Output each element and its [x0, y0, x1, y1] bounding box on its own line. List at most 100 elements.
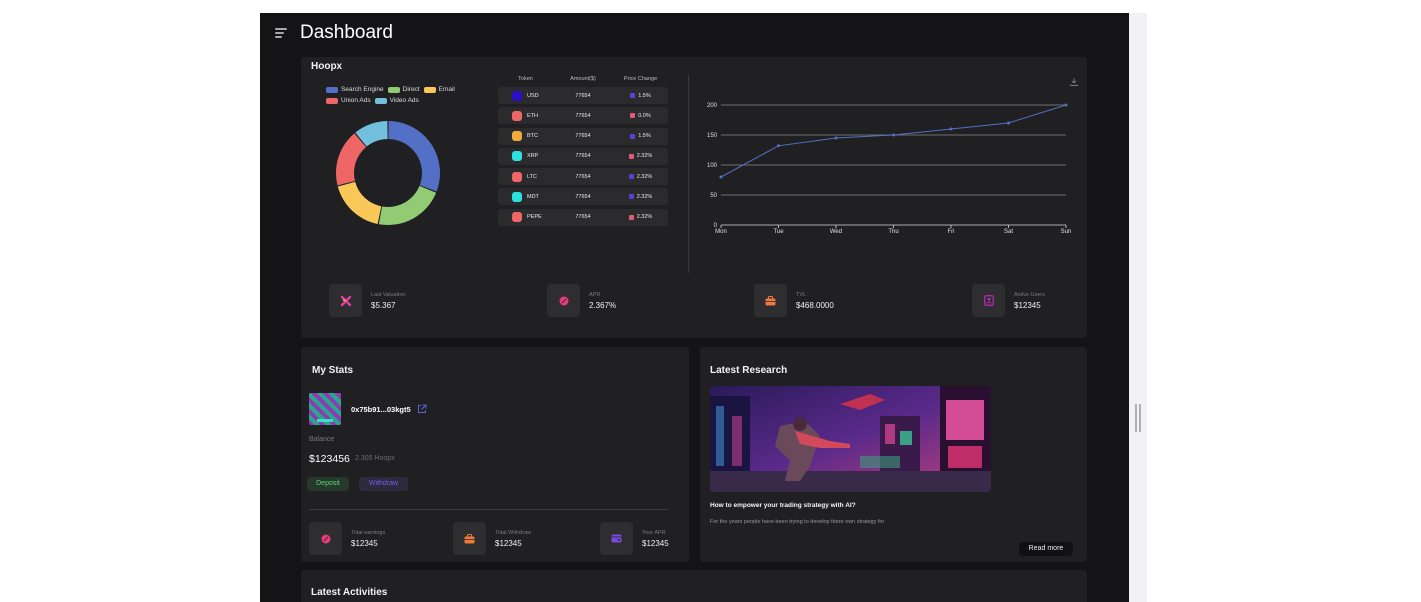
article-title[interactable]: How to empower your trading strategy wit… [710, 502, 856, 509]
stat-label: Your APR [642, 529, 666, 536]
legend-swatch [326, 97, 338, 104]
token-cell: USD [498, 90, 553, 101]
change-icon [630, 113, 636, 119]
table-row[interactable]: USD 77654 1.5% [498, 87, 668, 104]
withdraw-button[interactable]: Withdraw [359, 477, 408, 491]
data-point[interactable] [719, 175, 723, 179]
balance-value: $123456 [309, 453, 350, 465]
legend-item[interactable]: Video Ads [374, 97, 419, 104]
legend-item[interactable]: Union Ads [326, 97, 371, 104]
donut-slice-search-engine[interactable] [388, 121, 440, 192]
amount-cell: 77654 [575, 193, 591, 200]
token-cell: MDT [498, 191, 553, 202]
stat-apr: APR 2.367% [547, 284, 616, 317]
legend-item[interactable]: Email [423, 86, 455, 93]
token-icon [512, 171, 522, 182]
user-card-icon [972, 284, 1005, 317]
token-symbol: USD [527, 92, 539, 99]
change-icon [628, 194, 634, 200]
data-point[interactable] [1064, 103, 1068, 107]
menu-icon[interactable] [275, 28, 287, 40]
amount-cell: 77654 [575, 214, 591, 221]
legend-label: Video Ads [389, 97, 419, 104]
data-point[interactable] [892, 133, 895, 137]
x-tick-label: Fri [948, 229, 955, 235]
x-icon [329, 284, 362, 317]
token-cell: LTC [498, 171, 553, 182]
percent-icon [547, 284, 580, 317]
legend-item[interactable]: Direct [387, 86, 420, 93]
donut-legend: Search Engine Direct Email Union Ads Video A… [326, 86, 466, 108]
hoopx-title: Hoopx [311, 61, 343, 72]
page-title: Dashboard [300, 22, 393, 43]
table-row[interactable]: ETH 77654 0.0% [498, 107, 668, 125]
download-icon[interactable] [1069, 77, 1079, 87]
data-point[interactable] [1007, 121, 1010, 125]
data-point[interactable] [949, 127, 953, 131]
x-tick-label: Thu [888, 229, 898, 235]
price-change-cell: 1.5% [613, 133, 668, 139]
donut-chart [336, 121, 440, 225]
data-point[interactable] [777, 144, 780, 148]
change-icon [630, 93, 636, 98]
price-change-value: 0.0% [638, 112, 651, 119]
x-tick-label: Tue [773, 229, 784, 235]
dashboard-app: Dashboard Hoopx Search Engine Direct Email… [260, 13, 1129, 602]
token-cell: ETH [498, 110, 553, 121]
balance-sub: 2.305 Hoopx [355, 455, 395, 462]
price-change-cell: 2.32% [613, 214, 668, 220]
read-more-button[interactable]: Read more [1019, 542, 1073, 556]
change-icon [628, 214, 634, 220]
change-icon [630, 133, 636, 139]
latest-activities-title: Latest Activities [311, 587, 388, 598]
change-icon [628, 174, 634, 180]
line-series [720, 104, 1067, 178]
token-symbol: PEPE [527, 214, 542, 221]
table-row[interactable]: MDT 77654 2.32% [498, 188, 668, 206]
research-image[interactable] [710, 386, 991, 492]
table-row[interactable]: BTC 77654 1.5% [498, 127, 668, 145]
price-change-value: 1.5% [638, 133, 651, 140]
stat-value: 2.367% [589, 300, 617, 310]
amount-cell: 77654 [575, 173, 591, 180]
resize-handle[interactable] [1135, 404, 1141, 432]
token-icon [512, 90, 522, 101]
token-table-header: Token Amount($) Price Change [498, 71, 668, 87]
token-symbol: ETH [527, 112, 538, 119]
donut-slice-email[interactable] [337, 181, 382, 224]
stat-last-valuation: Last Valuation $5.367 [329, 284, 405, 317]
legend-label: Union Ads [341, 97, 371, 104]
donut-slice-union-ads[interactable] [336, 133, 367, 186]
token-icon [512, 110, 522, 121]
price-change-value: 2.32% [636, 153, 653, 160]
data-point[interactable] [834, 136, 838, 140]
token-cell: BTC [498, 131, 553, 142]
card-icon [600, 522, 633, 555]
stat-total-earnings: Total earnings $12345 [309, 522, 385, 555]
stat-label: APR [589, 291, 601, 298]
deposit-button[interactable]: Deposit [307, 477, 349, 491]
table-row[interactable]: PEPE 77654 2.32% [498, 208, 668, 226]
latest-research-title: Latest Research [710, 365, 788, 376]
latest-activities-card: Latest Activities [301, 570, 1087, 602]
x-tick-label: Sat [1004, 229, 1013, 235]
table-row[interactable]: XRP 77654 2.32% [498, 147, 668, 165]
token-icon [512, 191, 522, 202]
legend-item[interactable]: Search Engine [326, 86, 384, 93]
y-tick-label: 150 [707, 133, 718, 139]
external-link-icon[interactable] [417, 404, 427, 414]
legend-swatch [387, 86, 400, 93]
stat-label: TVL [796, 291, 807, 298]
table-row[interactable]: LTC 77654 2.32% [498, 168, 668, 186]
y-tick-label: 100 [707, 163, 718, 169]
token-icon [512, 212, 522, 223]
divider [309, 509, 668, 510]
stat-value: $12345 [351, 538, 378, 548]
stat-value: $12345 [495, 538, 522, 548]
stat-value: $5.367 [371, 300, 396, 310]
x-tick-label: Sun [1061, 229, 1072, 235]
price-change-cell: 0.0% [613, 113, 668, 119]
donut-slice-direct[interactable] [378, 185, 437, 225]
stat-tvl: TVL $468.0000 [754, 284, 834, 317]
token-symbol: MDT [527, 193, 539, 200]
